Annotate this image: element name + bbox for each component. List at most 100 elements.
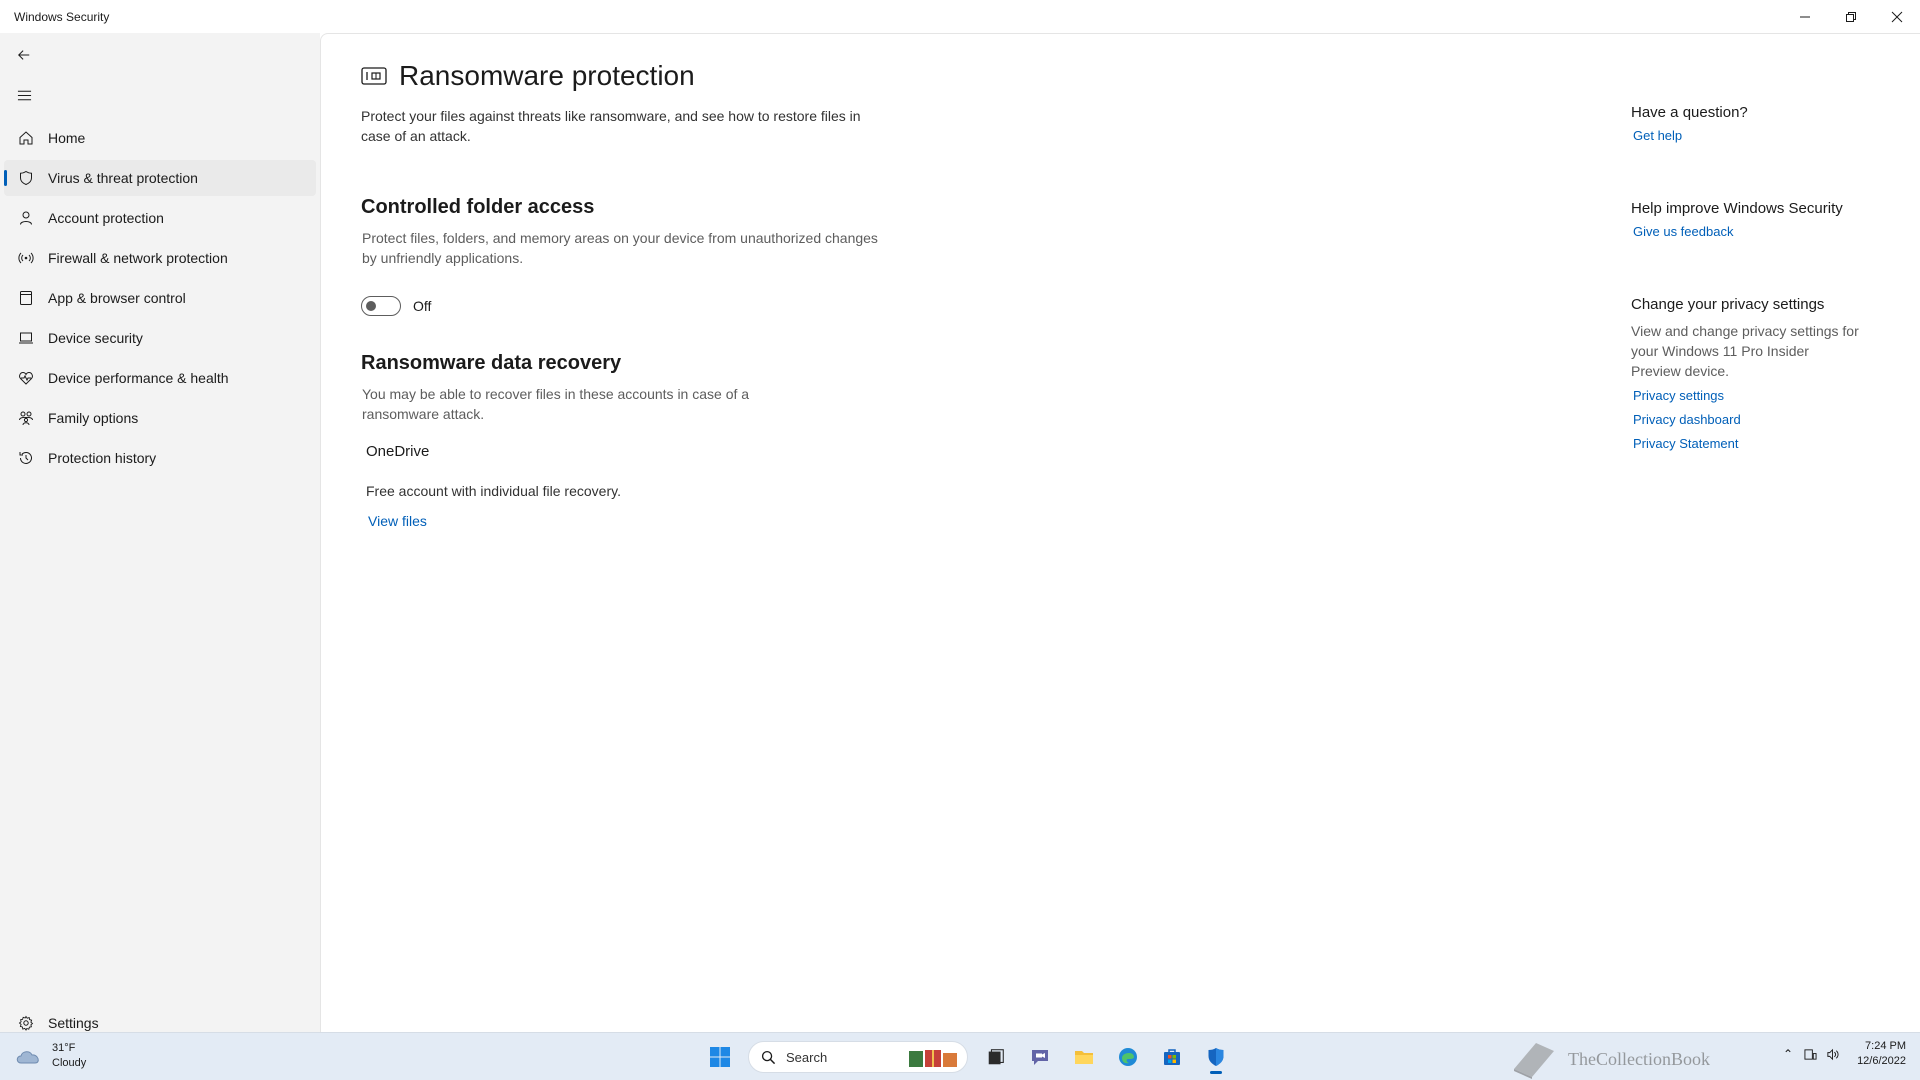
- sidebar-item-label: Settings: [48, 1015, 99, 1031]
- back-button[interactable]: [10, 41, 38, 69]
- sidebar-item-label: Device security: [48, 330, 143, 346]
- feedback-title: Help improve Windows Security: [1631, 200, 1843, 217]
- windows-logo-icon: [710, 1047, 730, 1067]
- get-help-link[interactable]: Get help: [1631, 128, 1861, 143]
- taskbar: 31°F Cloudy Search TheCollectionBook ⌃ 7…: [0, 1032, 1920, 1080]
- weather-temp: 31°F: [52, 1042, 76, 1054]
- chevron-up-icon[interactable]: ⌃: [1777, 1044, 1799, 1064]
- edge-button[interactable]: [1108, 1039, 1148, 1075]
- sidebar-item-account-protection[interactable]: Account protection: [4, 200, 316, 236]
- gear-icon: [18, 1015, 34, 1031]
- minimize-icon: [1800, 16, 1810, 17]
- laptop-icon: [18, 330, 34, 346]
- weather-widget[interactable]: 31°F Cloudy: [14, 1041, 86, 1071]
- home-icon: [18, 130, 34, 146]
- data-recovery-description: You may be able to recover files in thes…: [362, 386, 750, 422]
- privacy-dashboard-link[interactable]: Privacy dashboard: [1631, 412, 1861, 427]
- view-files-link[interactable]: View files: [368, 513, 427, 529]
- taskbar-apps: Search: [700, 1039, 1240, 1075]
- edge-icon: [1119, 1048, 1137, 1066]
- give-feedback-link[interactable]: Give us feedback: [1631, 224, 1861, 239]
- onedrive-account-name: OneDrive: [366, 443, 430, 460]
- sidebar-item-virus-threat-protection[interactable]: Virus & threat protection: [4, 160, 316, 196]
- search-label: Search: [786, 1049, 828, 1065]
- page-header: Ransomware protection: [361, 60, 695, 92]
- controlled-folder-description: Protect files, folders, and memory areas…: [362, 230, 878, 266]
- nav-list: Home Virus & threat protection Account p…: [4, 120, 316, 480]
- controlled-folder-toggle[interactable]: [361, 296, 401, 316]
- title-bar: Windows Security: [0, 0, 1920, 33]
- sidebar-item-label: Device performance & health: [48, 370, 229, 386]
- file-explorer-button[interactable]: [1064, 1039, 1104, 1075]
- antenna-icon: [18, 250, 34, 266]
- sidebar-item-label: Family options: [48, 410, 139, 426]
- toggle-knob: [366, 301, 376, 311]
- sidebar: Home Virus & threat protection Account p…: [0, 33, 320, 1032]
- sidebar-item-home[interactable]: Home: [4, 120, 316, 156]
- taskbar-search[interactable]: Search: [748, 1041, 968, 1073]
- search-icon: [761, 1050, 776, 1064]
- app-window-icon: [18, 290, 34, 306]
- sidebar-item-label: Virus & threat protection: [48, 170, 198, 186]
- sidebar-item-device-performance[interactable]: Device performance & health: [4, 360, 316, 396]
- windows-security-taskbar-button[interactable]: [1196, 1039, 1236, 1075]
- system-tray: ⌃ 7:24 PM 12/6/2022: [1777, 1039, 1906, 1069]
- history-icon: [18, 450, 34, 466]
- main-content: Ransomware protection Protect your files…: [320, 33, 1920, 1032]
- sidebar-item-device-security[interactable]: Device security: [4, 320, 316, 356]
- page-title: Ransomware protection: [399, 60, 695, 91]
- close-icon: [1891, 11, 1903, 22]
- sidebar-item-protection-history[interactable]: Protection history: [4, 440, 316, 476]
- watermark: TheCollectionBook: [1510, 1039, 1710, 1079]
- sidebar-item-family-options[interactable]: Family options: [4, 400, 316, 436]
- question-block: Have a question? Get help: [1631, 104, 1861, 143]
- privacy-statement-link[interactable]: Privacy Statement: [1631, 436, 1861, 451]
- network-icon[interactable]: [1799, 1044, 1821, 1064]
- page-description: Protect your files against threats like …: [361, 108, 861, 144]
- ransomware-icon: [361, 67, 387, 85]
- cloud-icon: [16, 1051, 39, 1064]
- data-recovery-title: Ransomware data recovery: [361, 352, 622, 374]
- chat-icon: [1032, 1050, 1048, 1065]
- task-view-icon: [988, 1049, 1004, 1065]
- sidebar-item-label: Home: [48, 130, 86, 146]
- clock[interactable]: 7:24 PM 12/6/2022: [1857, 1039, 1906, 1069]
- weather-text: 31°F Cloudy: [52, 1041, 86, 1071]
- minimize-button[interactable]: [1782, 0, 1828, 33]
- chat-button[interactable]: [1020, 1039, 1060, 1075]
- person-icon: [18, 210, 34, 226]
- start-button[interactable]: [700, 1039, 740, 1075]
- weather-condition: Cloudy: [52, 1057, 87, 1069]
- controlled-folder-title: Controlled folder access: [361, 196, 595, 218]
- restore-button[interactable]: [1828, 0, 1874, 33]
- question-title: Have a question?: [1631, 104, 1748, 121]
- clock-date: 12/6/2022: [1857, 1055, 1906, 1067]
- store-button[interactable]: [1152, 1039, 1192, 1075]
- sidebar-item-label: Firewall & network protection: [48, 250, 228, 266]
- windows-security-shield-icon: [1208, 1048, 1224, 1066]
- close-button[interactable]: [1874, 0, 1920, 33]
- watermark-text: TheCollectionBook: [1568, 1048, 1710, 1069]
- sidebar-item-app-browser-control[interactable]: App & browser control: [4, 280, 316, 316]
- sidebar-item-label: Account protection: [48, 210, 164, 226]
- sidebar-item-label: App & browser control: [48, 290, 186, 306]
- tray-icons: ⌃: [1777, 1044, 1843, 1064]
- restore-icon: [1846, 11, 1856, 22]
- task-view-button[interactable]: [976, 1039, 1016, 1075]
- shield-icon: [18, 170, 34, 186]
- app-title: Windows Security: [14, 10, 110, 24]
- hamburger-menu-button[interactable]: [10, 81, 38, 109]
- family-icon: [18, 410, 34, 426]
- privacy-settings-link[interactable]: Privacy settings: [1631, 388, 1861, 403]
- store-icon: [1164, 1049, 1180, 1065]
- sidebar-item-firewall[interactable]: Firewall & network protection: [4, 240, 316, 276]
- window-controls: [1782, 0, 1920, 33]
- speaker-icon[interactable]: [1821, 1044, 1843, 1064]
- toggle-state-label: Off: [413, 298, 432, 314]
- feedback-block: Help improve Windows Security Give us fe…: [1631, 200, 1861, 239]
- book-logo-icon: [1514, 1043, 1555, 1079]
- hamburger-icon: [17, 90, 31, 100]
- privacy-title: Change your privacy settings: [1631, 296, 1825, 313]
- privacy-description: View and change privacy settings for you…: [1631, 323, 1859, 379]
- heart-pulse-icon: [18, 370, 34, 386]
